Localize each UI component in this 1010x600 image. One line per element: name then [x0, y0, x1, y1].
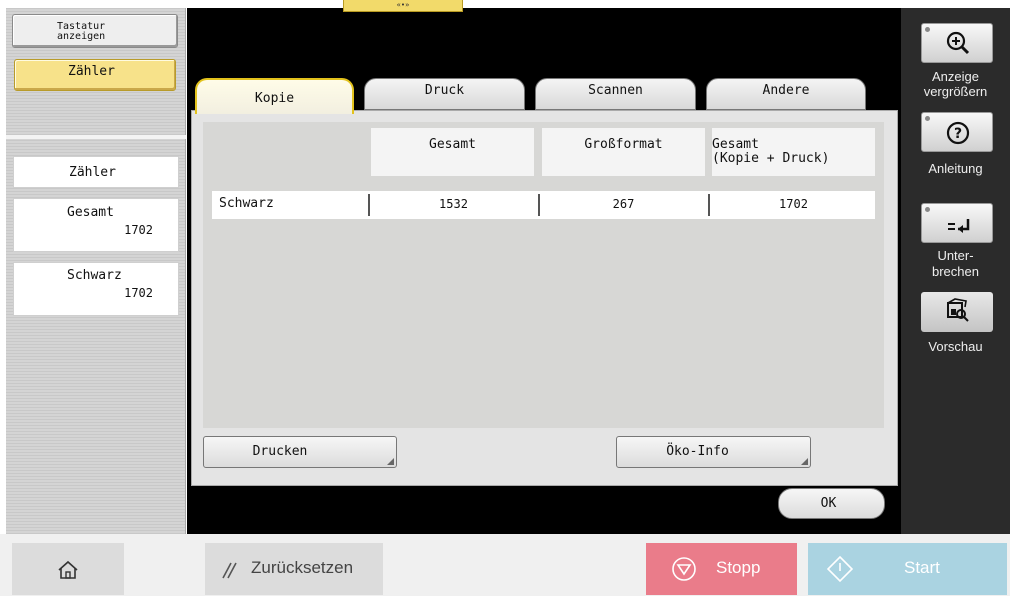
counter-black-value: 1702 — [124, 286, 153, 300]
eco-info-button-label: Öko-Info — [666, 444, 729, 459]
stop-icon — [672, 557, 696, 581]
show-keyboard-button[interactable]: Tastatur anzeigen — [12, 14, 178, 48]
start-icon — [826, 555, 854, 583]
counter-black-label: Schwarz — [67, 268, 122, 283]
right-panel: Anzeige vergrößern ? Anleitung Unter- br… — [901, 8, 1010, 534]
preview-label: Vorschau — [928, 339, 983, 354]
help-icon: ? — [946, 121, 970, 145]
counter-section-title: Zähler — [13, 156, 179, 188]
preview-button[interactable] — [921, 292, 993, 332]
counter-black-box: Schwarz 1702 — [13, 262, 179, 316]
indicator-dot — [925, 27, 930, 32]
tab-druck[interactable]: Druck — [364, 78, 525, 110]
tab-scannen[interactable]: Scannen — [535, 78, 696, 110]
indicator-dot — [925, 116, 930, 121]
reset-button[interactable]: Zurücksetzen — [205, 543, 383, 595]
header-total-copy-print-line1: Gesamt — [712, 137, 759, 152]
header-total-copy-print: Gesamt (Kopie + Druck) — [712, 128, 875, 176]
reset-icon — [222, 562, 237, 579]
interrupt-icon — [948, 219, 970, 233]
row-separator — [368, 194, 370, 216]
zoom-in-icon — [946, 31, 970, 55]
counter-section-title-text: Zähler — [69, 165, 116, 180]
zoom-display-label-1: Anzeige — [932, 69, 979, 84]
reset-button-label: Zurücksetzen — [251, 558, 354, 577]
cell-large-format: 267 — [612, 197, 635, 211]
indicator-dot — [925, 207, 930, 212]
zoom-display-button[interactable] — [921, 23, 993, 63]
header-total-copy-print-line2: (Kopie + Druck) — [712, 151, 830, 166]
header-total: Gesamt — [371, 128, 534, 176]
tab-kopie-label: Kopie — [254, 91, 295, 106]
header-large-format-text: Großformat — [584, 137, 663, 152]
interrupt-label-2: brechen — [932, 264, 979, 279]
print-button-label: Drucken — [252, 444, 308, 459]
row-label-black: Schwarz — [219, 196, 274, 211]
guide-label: Anleitung — [928, 161, 983, 176]
show-keyboard-label-line2: anzeigen — [57, 31, 106, 42]
zoom-display-label-2: vergrößern — [923, 84, 988, 99]
preview-icon — [947, 298, 969, 322]
top-handle-tab[interactable]: «•» — [343, 0, 463, 12]
ok-button-label: OK — [820, 496, 837, 511]
start-button-label: Start — [904, 558, 940, 577]
guide-button[interactable]: ? — [921, 112, 993, 152]
corner-indicator — [801, 458, 808, 465]
stop-button[interactable]: Stopp — [646, 543, 797, 595]
eco-info-button[interactable]: Öko-Info — [616, 436, 811, 468]
interrupt-button[interactable] — [921, 203, 993, 243]
interrupt-label-1: Unter- — [937, 248, 974, 263]
tab-andere[interactable]: Andere — [706, 78, 866, 110]
row-separator — [538, 194, 540, 216]
home-icon — [58, 560, 78, 579]
counter-total-label: Gesamt — [67, 205, 114, 220]
cell-total-copy-print: 1702 — [779, 197, 808, 211]
counter-total-box: Gesamt 1702 — [13, 198, 179, 252]
print-button[interactable]: Drucken — [203, 436, 397, 468]
tab-kopie[interactable]: Kopie — [195, 78, 354, 114]
start-button[interactable]: Start — [808, 543, 1007, 595]
counter-total-value: 1702 — [124, 223, 153, 237]
svg-text:?: ? — [954, 126, 962, 142]
cell-total: 1532 — [439, 197, 468, 211]
tab-andere-label: Andere — [762, 83, 810, 98]
tab-druck-label: Druck — [424, 83, 465, 98]
left-panel: Tastatur anzeigen Zähler Zähler Gesamt 1… — [6, 8, 186, 534]
ok-button[interactable]: OK — [778, 488, 885, 519]
stop-button-label: Stopp — [716, 558, 761, 577]
row-separator — [708, 194, 710, 216]
counter-button-label: Zähler — [68, 64, 115, 79]
header-large-format: Großformat — [542, 128, 705, 176]
left-divider — [6, 135, 186, 139]
header-total-text: Gesamt — [429, 137, 476, 152]
tab-scannen-label: Scannen — [588, 83, 643, 98]
corner-indicator — [387, 458, 394, 465]
counter-button[interactable]: Zähler — [14, 59, 176, 91]
home-button[interactable] — [12, 543, 124, 595]
